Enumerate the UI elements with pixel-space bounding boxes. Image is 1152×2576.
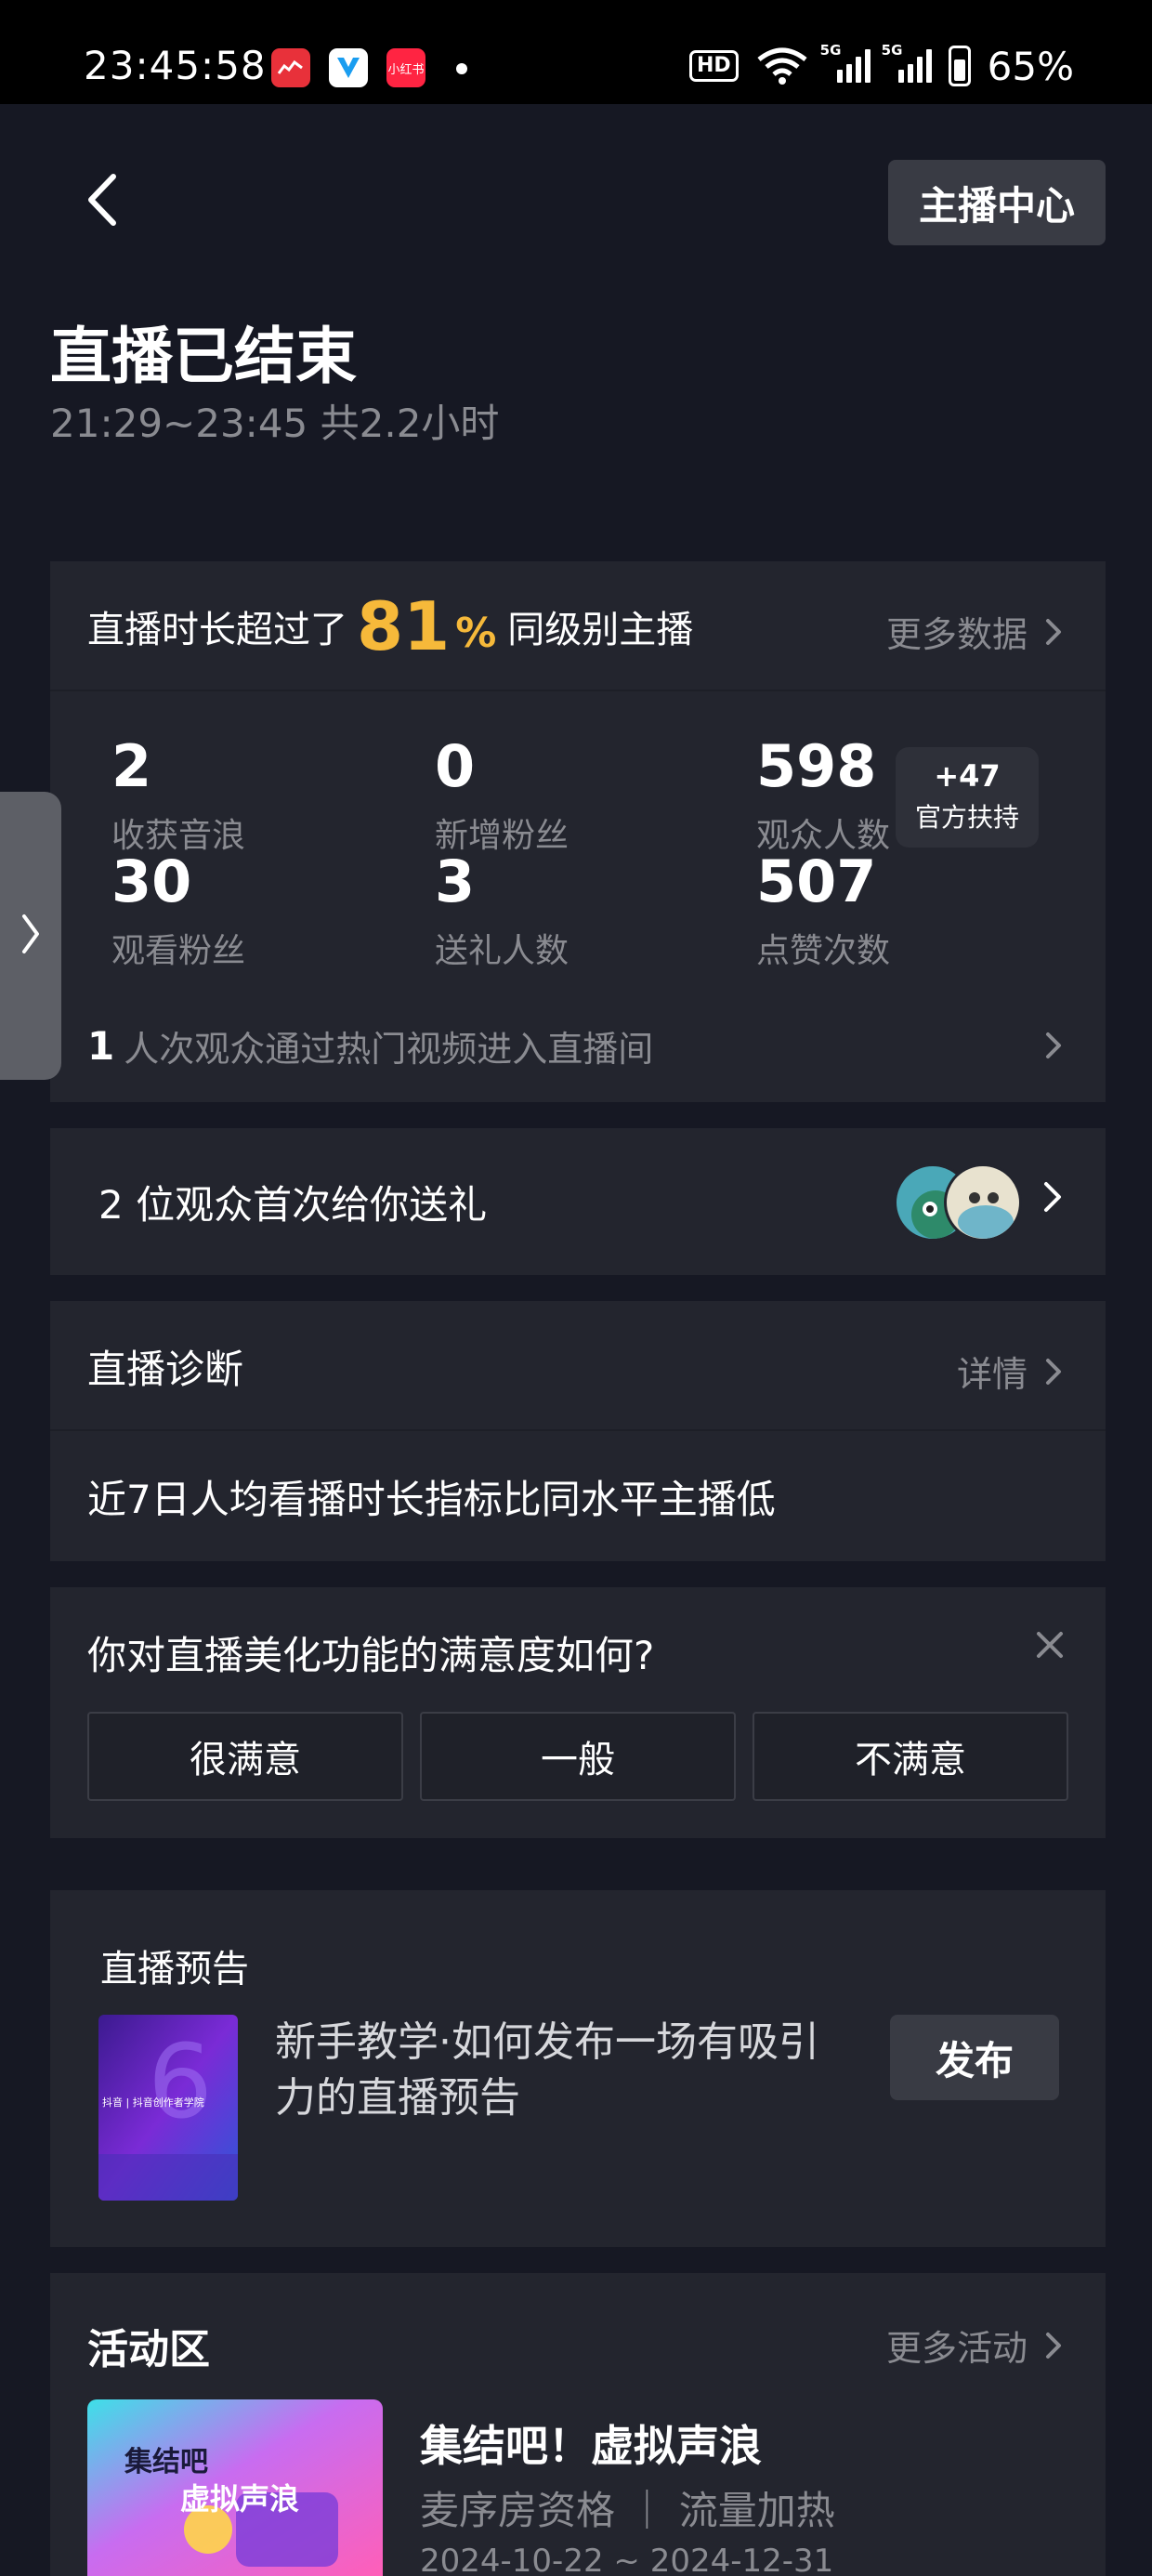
- app-red-icon: [271, 48, 310, 87]
- hd-icon: HD: [688, 50, 739, 82]
- diagnosis-detail-link[interactable]: 详情: [957, 1346, 1065, 1397]
- activity-thumbnail[interactable]: 集结吧 虚拟声浪: [87, 2399, 383, 2576]
- diagnosis-body: 近7日人均看播时长指标比同水平主播低: [87, 1476, 776, 1522]
- survey-question: 你对直播美化功能的满意度如何?: [87, 1633, 655, 1678]
- signal-icon-2: 5G: [882, 42, 932, 83]
- very-satisfied-button[interactable]: 很满意: [87, 1712, 403, 1801]
- chevron-right-icon: [1046, 1358, 1061, 1385]
- stat-value-watching-fans: 30: [111, 848, 192, 915]
- hot-video-entry-row[interactable]: 1 人次观众通过热门视频进入直播间: [87, 1013, 1065, 1078]
- stat-value-viewers: 598: [756, 732, 877, 800]
- avatar: [944, 1163, 1022, 1242]
- xiaohongshu-icon: 小红书: [386, 48, 425, 87]
- preview-title: 直播预告: [100, 1948, 249, 1991]
- unsatisfied-button[interactable]: 不满意: [753, 1712, 1068, 1801]
- chevron-right-icon: [1046, 2332, 1061, 2359]
- satisfaction-survey-card: 你对直播美化功能的满意度如何? 很满意 一般 不满意: [50, 1587, 1106, 1838]
- stat-value-new-fans: 0: [435, 732, 476, 800]
- rank-row: 直播时长超过了 81 % 同级别主播 更多数据: [50, 561, 1106, 691]
- rank-unit: %: [455, 609, 497, 657]
- preview-thumbnail[interactable]: 6 抖音 | 抖音创作者学院: [98, 2015, 238, 2201]
- more-data-label: 更多数据: [885, 614, 1028, 655]
- rank-text: 直播时长超过了 81 % 同级别主播: [87, 561, 693, 691]
- live-preview-card: 直播预告 6 抖音 | 抖音创作者学院 新手教学·如何发布一场有吸引力的直播预告…: [50, 1890, 1106, 2247]
- anchor-center-button[interactable]: 主播中心: [888, 160, 1106, 245]
- chevron-right-icon: [1044, 1182, 1061, 1212]
- first-gift-text: 2 位观众首次给你送礼: [98, 1181, 488, 1228]
- activity-tags: 麦序房资格 ｜ 流量加热: [420, 2488, 835, 2533]
- neutral-button[interactable]: 一般: [420, 1712, 736, 1801]
- chevron-right-icon: [1046, 618, 1061, 645]
- activity-title: 活动区: [87, 2326, 210, 2373]
- badge-value: +47: [934, 758, 1001, 794]
- stats-card: 直播时长超过了 81 % 同级别主播 更多数据 2 收获音浪 0 新增粉丝 59…: [50, 561, 1106, 1102]
- diagnosis-title: 直播诊断: [87, 1346, 244, 1392]
- battery-percent: 65%: [987, 43, 1074, 89]
- stat-label-likes: 点赞次数: [756, 932, 891, 970]
- thumbnail-caption: 抖音 | 抖音创作者学院: [102, 2096, 204, 2109]
- thumbnail-text: 虚拟声浪: [180, 2481, 300, 2517]
- page-title: 直播已结束: [50, 321, 357, 392]
- rank-value: 81: [357, 587, 451, 665]
- first-gift-card[interactable]: 2 位观众首次给你送礼: [50, 1128, 1106, 1275]
- status-indicators: HD 5G 5G 65%: [688, 42, 1074, 89]
- live-duration: 21:29~23:45 共2.2小时: [50, 401, 500, 446]
- gifter-avatars: [894, 1163, 1024, 1242]
- stat-label-watching-fans: 观看粉丝: [111, 932, 246, 970]
- more-activities-label: 更多活动: [885, 2328, 1028, 2369]
- status-time: 23:45:58: [84, 43, 267, 88]
- activity-card: 活动区 更多活动 集结吧 虚拟声浪 集结吧！虚拟声浪 麦序房资格 ｜ 流量加热 …: [50, 2273, 1106, 2576]
- publish-button[interactable]: 发布: [890, 2015, 1059, 2100]
- chevron-right-icon: [22, 914, 39, 953]
- wifi-icon: [757, 47, 807, 85]
- rank-suffix: 同级别主播: [507, 609, 694, 651]
- activity-dates: 2024-10-22 ~ 2024-12-31: [420, 2543, 834, 2576]
- stat-value-likes: 507: [756, 848, 877, 915]
- diagnosis-detail-label: 详情: [956, 1354, 1028, 1395]
- thumbnail-text: 集结吧: [124, 2446, 208, 2478]
- close-icon[interactable]: [1033, 1628, 1067, 1662]
- official-support-badge: +47 官方扶持: [896, 747, 1039, 848]
- stat-value-sound-waves: 2: [111, 732, 152, 800]
- live-diagnosis-card: 直播诊断 详情 近7日人均看播时长指标比同水平主播低: [50, 1301, 1106, 1561]
- side-drawer-handle[interactable]: [0, 792, 61, 1080]
- svg-text:6: 6: [148, 2022, 213, 2141]
- more-activities-link[interactable]: 更多活动: [886, 2320, 1065, 2371]
- chevron-right-icon: [1046, 1032, 1061, 1058]
- app-blue-icon: [329, 48, 368, 87]
- badge-label: 官方扶持: [914, 802, 1019, 833]
- stat-label-gifters: 送礼人数: [435, 932, 569, 970]
- notification-dot: [456, 63, 467, 74]
- more-data-link[interactable]: 更多数据: [886, 606, 1065, 657]
- diagnosis-header: 直播诊断 详情: [50, 1301, 1106, 1431]
- activity-name[interactable]: 集结吧！虚拟声浪: [420, 2412, 762, 2474]
- hot-count: 1: [87, 1022, 115, 1069]
- status-bar: 23:45:58 小红书 HD 5G 5G 65%: [0, 0, 1152, 104]
- preview-description[interactable]: 新手教学·如何发布一场有吸引力的直播预告: [275, 2015, 832, 2126]
- rank-prefix: 直播时长超过了: [87, 609, 347, 651]
- battery-icon: [948, 46, 971, 86]
- hot-text: 人次观众通过热门视频进入直播间: [124, 1028, 654, 1070]
- back-arrow-icon[interactable]: [80, 167, 126, 232]
- stat-value-gifters: 3: [435, 848, 476, 915]
- signal-icon-1: 5G: [820, 42, 871, 83]
